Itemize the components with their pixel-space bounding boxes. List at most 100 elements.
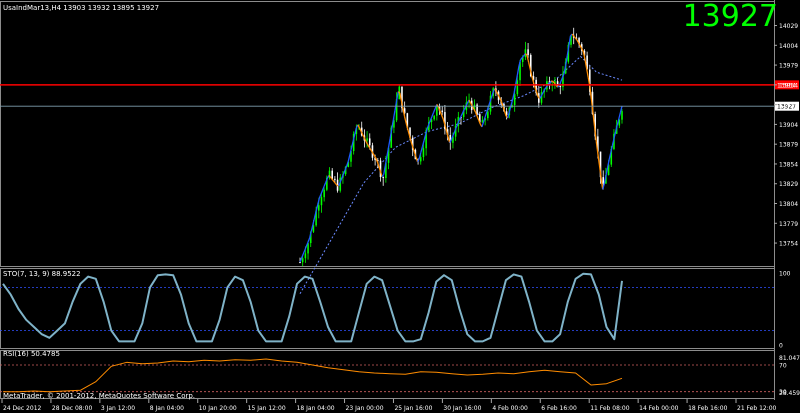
- price-tick-label: 13829: [779, 181, 798, 188]
- fast-ma-segment: [597, 153, 601, 166]
- fast-ma-segment: [476, 115, 480, 121]
- fast-ma-segment: [460, 112, 464, 117]
- price-tick-label: 14029: [779, 23, 798, 30]
- slow-ma-line: [299, 55, 623, 294]
- time-tick-label: 8 Jan 04:00: [150, 405, 184, 412]
- time-tick-label: 4 Feb 00:00: [492, 405, 528, 412]
- candle-body: [516, 80, 519, 95]
- slow-moving-average: [299, 55, 623, 294]
- fast-ma-segment: [331, 178, 335, 182]
- current-price-display: 13927: [682, 0, 778, 34]
- rsi-label: RSI(16) 50.4785: [3, 350, 60, 358]
- fast-ma-segment: [320, 190, 324, 195]
- time-tick-label: 25 Jan 16:00: [394, 405, 432, 412]
- fast-ma-segment: [452, 131, 456, 136]
- candle-body: [368, 138, 371, 146]
- indicator-tick-label: 100: [779, 271, 791, 278]
- indicator-tick-label: 70: [779, 363, 787, 370]
- fast-ma-segment: [420, 146, 423, 153]
- indicator-line: [2, 272, 623, 343]
- price-tick-label: 13929: [779, 102, 798, 109]
- indicator-tick-label: 81.0477: [779, 355, 800, 362]
- price-tick-label: 13879: [779, 142, 798, 149]
- candle-body: [422, 148, 425, 158]
- time-tick-label: 30 Jan 16:00: [443, 405, 481, 412]
- candle-body: [304, 253, 307, 259]
- time-axis: 24 Dec 2012 28 Dec 08:00 3 Jan 12:00 8 Jan …: [1, 399, 777, 412]
- candle-body: [323, 189, 325, 198]
- candle-body: [382, 177, 384, 179]
- price-axis: 14029 14004 13979 13954 13929 13904 13879 13854…: [774, 23, 800, 397]
- time-tick-label: 18 Jan 04:00: [297, 405, 335, 412]
- pane-border-0: [0, 1, 775, 267]
- trading-chart-window: 13954 13927 14029 14004 13979 13954 13929 1390…: [0, 0, 800, 413]
- price-tick-label: 14004: [779, 43, 798, 50]
- fast-ma-segment: [473, 108, 477, 113]
- candle-body: [559, 86, 562, 88]
- candle-body: [441, 110, 444, 113]
- candle-body: [366, 138, 368, 141]
- price-tick-label: 13754: [779, 241, 798, 248]
- fast-ma-segment: [516, 65, 520, 76]
- copyright-text: MetaTrader, © 2001-2012, MetaQuotes Soft…: [3, 392, 195, 400]
- fast-ma-segment: [312, 217, 316, 225]
- stochastic-pane: [0, 272, 774, 343]
- candles: [299, 27, 623, 267]
- fast-ma-segment: [441, 114, 444, 120]
- rsi-pane: [0, 358, 774, 393]
- pane-borders: [0, 0, 775, 400]
- fast-ma-segment: [433, 108, 436, 113]
- time-tick-label: 18 Feb 16:00: [688, 405, 728, 412]
- candle-body: [331, 170, 333, 179]
- fast-moving-average: [299, 33, 623, 263]
- candle-body: [334, 178, 336, 180]
- time-tick-label: 21 Feb 12:00: [737, 405, 777, 412]
- candle-body: [317, 205, 320, 211]
- fast-ma-segment: [307, 237, 311, 243]
- fast-ma-segment: [589, 86, 593, 100]
- fast-ma-segment: [381, 173, 385, 177]
- fast-ma-segment: [408, 135, 412, 142]
- time-tick-label: 14 Feb 00:00: [639, 405, 679, 412]
- time-tick-label: 23 Jan 00:00: [346, 405, 384, 412]
- candle-body: [524, 49, 527, 58]
- chart-canvas[interactable]: 13954 13927 14029 14004 13979 13954 13929 1390…: [0, 0, 800, 413]
- indicator-tick-label: 0: [779, 343, 783, 350]
- time-tick-label: 15 Jan 12:00: [248, 405, 286, 412]
- candle-body: [487, 111, 489, 119]
- time-tick-label: 28 Dec 08:00: [52, 405, 93, 412]
- fast-ma-segment: [315, 204, 319, 212]
- price-tick-label: 13804: [779, 201, 798, 208]
- fast-ma-segment: [585, 68, 589, 78]
- fast-ma-segment: [375, 157, 378, 162]
- price-tick-label: 13979: [779, 63, 798, 70]
- candle-body: [320, 197, 323, 206]
- fast-ma-segment: [618, 112, 622, 120]
- price-tick-label: 13779: [779, 221, 798, 228]
- time-tick-label: 11 Feb 08:00: [590, 405, 630, 412]
- price-tick-label: 13854: [779, 161, 798, 168]
- time-tick-label: 3 Jan 12:00: [101, 405, 135, 412]
- fast-ma-segment: [347, 154, 351, 162]
- candle-body: [527, 49, 529, 55]
- time-tick-label: 6 Feb 16:00: [541, 405, 577, 412]
- fast-ma-segment: [387, 138, 391, 148]
- time-tick-label: 10 Jan 20:00: [199, 405, 237, 412]
- candle-body: [419, 157, 422, 162]
- fast-ma-segment: [565, 55, 568, 66]
- fast-ma-segment: [392, 110, 396, 120]
- indicator-line: [3, 358, 623, 393]
- fast-ma-segment: [404, 116, 407, 124]
- fast-ma-segment: [536, 92, 539, 98]
- price-tick-label: 13904: [779, 122, 798, 129]
- indicator-tick-label: 28.4597: [779, 390, 800, 397]
- candle-body: [436, 106, 438, 116]
- symbol-info: UsaIndMar13,H4 13903 13932 13895 13927: [3, 4, 159, 12]
- fast-ma-segment: [484, 111, 488, 118]
- candle-body: [301, 258, 304, 263]
- candle-body: [602, 177, 605, 184]
- time-tick-label: 24 Dec 2012: [3, 405, 42, 412]
- stochastic-label: STO(7, 13, 9) 88.9522: [3, 270, 81, 278]
- candle-body: [433, 115, 435, 120]
- price-tick-label: 13954: [779, 82, 798, 89]
